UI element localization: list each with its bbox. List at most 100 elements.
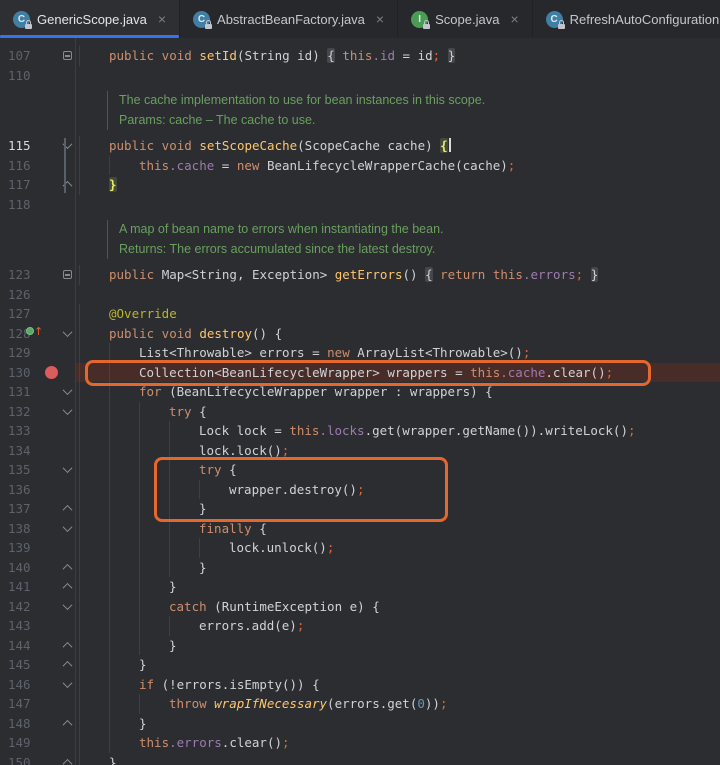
indent-guide — [79, 538, 109, 558]
fold-chevron-up-icon[interactable] — [60, 636, 74, 656]
code-text[interactable]: } — [76, 753, 720, 765]
fold-chevron-down-icon[interactable] — [60, 597, 74, 617]
code-text[interactable]: catch (RuntimeException e) { — [76, 597, 720, 617]
tab-close-icon[interactable]: × — [510, 12, 518, 26]
token-kw: try — [199, 462, 222, 477]
token-kw: if — [139, 677, 154, 692]
fold-chevron-down-icon[interactable] — [60, 519, 74, 539]
fold-chevron-up-icon[interactable] — [60, 714, 74, 734]
gutter: 135 — [0, 460, 76, 480]
code-text[interactable]: if (!errors.isEmpty()) { — [76, 675, 720, 695]
code-text[interactable]: lock.unlock(); — [76, 538, 720, 558]
token-me: getErrors — [335, 267, 403, 282]
token-me: setScopeCache — [199, 138, 297, 153]
token-kw: this — [139, 735, 169, 750]
tab-genericscope-java[interactable]: CGenericScope.java× — [0, 0, 180, 38]
class-icon: C — [546, 11, 563, 28]
tab-abstractbeanfactory-java[interactable]: CAbstractBeanFactory.java× — [180, 0, 398, 38]
line-number: 118 — [8, 195, 31, 215]
fold-chevron-down-icon[interactable] — [60, 382, 74, 402]
code-text[interactable]: wrapper.destroy(); — [76, 480, 720, 500]
code-text[interactable]: for (BeanLifecycleWrapper wrapper : wrap… — [76, 382, 720, 402]
rendered-javadoc: A map of bean name to errors when instan… — [107, 220, 720, 259]
indent-guide — [109, 558, 139, 578]
fold-chevron-down-icon[interactable] — [60, 136, 74, 156]
code-text[interactable]: public Map<String, Exception> getErrors(… — [76, 265, 720, 285]
tab-scope-java[interactable]: IScope.java× — [398, 0, 533, 38]
code-text[interactable]: this.errors.clear(); — [76, 733, 720, 753]
indent-guide — [109, 538, 139, 558]
token-semi: ; — [440, 696, 448, 711]
code-text[interactable]: this.cache = new BeanLifecycleWrapperCac… — [76, 156, 720, 176]
code-text[interactable]: try { — [76, 402, 720, 422]
code-text[interactable]: } — [76, 577, 720, 597]
indent-guide — [79, 363, 109, 383]
fold-chevron-down-icon[interactable] — [60, 402, 74, 422]
code-text[interactable]: public void setId(String id) { this.id =… — [76, 46, 720, 66]
code-text[interactable] — [76, 285, 720, 305]
code-line-123: 123public Map<String, Exception> getErro… — [0, 265, 720, 285]
override-method-icon[interactable]: ↑ — [26, 326, 43, 337]
code-text[interactable]: } — [76, 636, 720, 656]
fold-chevron-up-icon[interactable] — [60, 558, 74, 578]
readonly-lock-icon — [25, 23, 32, 29]
code-text[interactable]: } — [76, 558, 720, 578]
gutter: 147 — [0, 694, 76, 714]
token-pl: List<Throwable> errors = — [139, 345, 327, 360]
token-semi: ; — [628, 423, 636, 438]
gutter: 142 — [0, 597, 76, 617]
code-text[interactable]: lock.lock(); — [76, 441, 720, 461]
code-line-132: 132try { — [0, 402, 720, 422]
fold-chevron-up-icon[interactable] — [60, 499, 74, 519]
code-text[interactable]: } — [76, 714, 720, 734]
code-text[interactable]: List<Throwable> errors = new ArrayList<T… — [76, 343, 720, 363]
indent-guide — [139, 421, 169, 441]
code-text[interactable]: } — [76, 175, 720, 195]
indent-guide — [139, 694, 169, 714]
fold-chevron-down-icon[interactable] — [60, 460, 74, 480]
code-text[interactable]: Lock lock = this.locks.get(wrapper.getNa… — [76, 421, 720, 441]
fold-chevron-down-icon[interactable] — [60, 324, 74, 344]
line-number: 137 — [8, 499, 31, 519]
indent-guide — [109, 694, 139, 714]
code-text[interactable]: Collection<BeanLifecycleWrapper> wrapper… — [76, 363, 720, 383]
breakpoint-icon[interactable] — [45, 366, 58, 379]
code-text[interactable]: } — [76, 655, 720, 675]
fold-chevron-up-icon[interactable] — [60, 577, 74, 597]
tab-close-icon[interactable]: × — [158, 12, 166, 26]
token-mi: wrapIfNecessary — [214, 696, 327, 711]
code-text[interactable]: throw wrapIfNecessary(errors.get(0)); — [76, 694, 720, 714]
folded-region-icon[interactable] — [60, 46, 74, 66]
gutter: 139 — [0, 538, 76, 558]
line-number: 131 — [8, 382, 31, 402]
code-line-135: 135try { — [0, 460, 720, 480]
folded-region-icon[interactable] — [60, 265, 74, 285]
token-pl: .clear() — [222, 735, 282, 750]
gutter: 145 — [0, 655, 76, 675]
line-number: 134 — [8, 441, 31, 461]
token-pl: { — [252, 521, 267, 536]
token-pl: } — [169, 579, 177, 594]
token-pl: } — [199, 501, 207, 516]
indent-guide — [79, 402, 109, 422]
tab-refreshautoconfiguration-java[interactable]: CRefreshAutoConfiguration.java× — [533, 0, 720, 38]
tab-close-icon[interactable]: × — [376, 12, 384, 26]
code-text[interactable]: public void setScopeCache(ScopeCache cac… — [76, 136, 720, 156]
code-text[interactable] — [76, 66, 720, 86]
indent-guide — [169, 441, 199, 461]
indent-guide — [79, 733, 109, 753]
fold-chevron-up-icon[interactable] — [60, 175, 74, 195]
fold-chevron-up-icon[interactable] — [60, 655, 74, 675]
code-text[interactable]: public void destroy() { — [76, 324, 720, 344]
code-text[interactable]: } — [76, 499, 720, 519]
code-text[interactable]: finally { — [76, 519, 720, 539]
code-text[interactable]: errors.add(e); — [76, 616, 720, 636]
code-text[interactable]: try { — [76, 460, 720, 480]
fold-chevron-up-icon[interactable] — [60, 753, 74, 765]
fold-chevron-down-icon[interactable] — [60, 675, 74, 695]
token-kw: public void — [109, 326, 199, 341]
code-text[interactable] — [76, 195, 720, 215]
line-number: 133 — [8, 421, 31, 441]
token-pl: errors.add(e) — [199, 618, 297, 633]
code-text[interactable]: @Override — [76, 304, 720, 324]
